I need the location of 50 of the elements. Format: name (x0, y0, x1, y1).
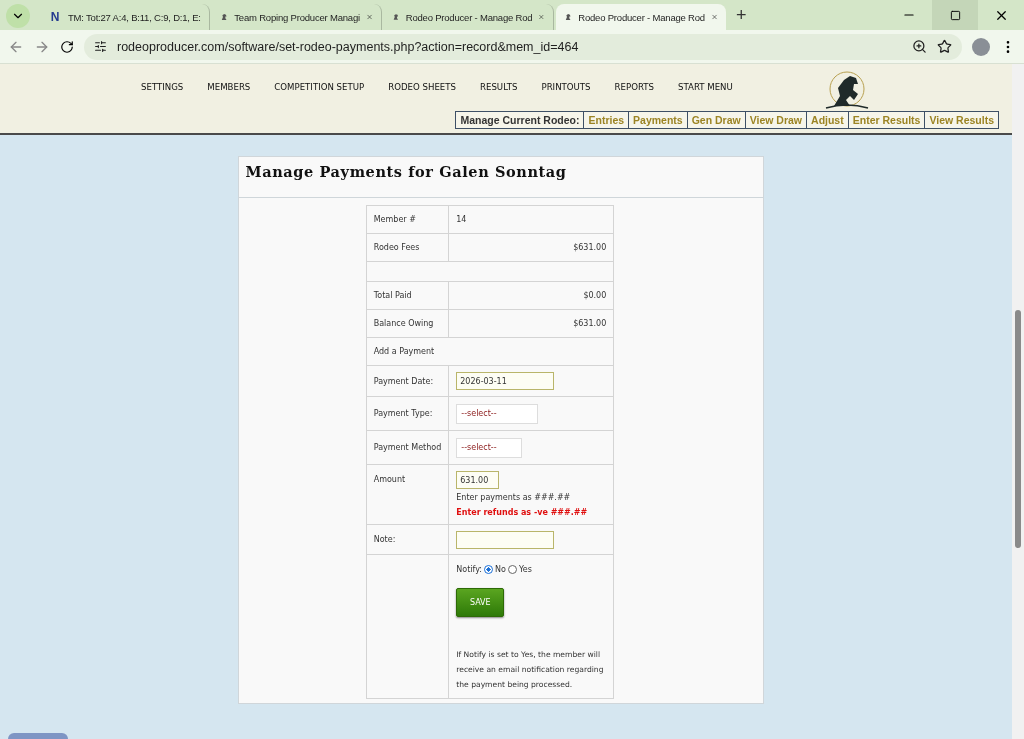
profile-avatar[interactable] (972, 37, 990, 56)
maximize-button[interactable] (932, 0, 978, 30)
browser-tab[interactable]: Rodeo Producer - Manage Rod (556, 4, 726, 30)
favicon-text: N (49, 10, 61, 24)
note-field[interactable] (456, 530, 555, 549)
nav-link[interactable]: REPORTS (614, 82, 654, 93)
field-label: Rodeo Fees (373, 243, 420, 252)
nav-link[interactable]: MEMBERS (207, 82, 251, 93)
nav-link[interactable]: SETTINGS (141, 82, 184, 93)
nav-link[interactable]: RODEO SHEETS (388, 82, 456, 93)
warning-text: Enter refunds as -ve ###.## (456, 508, 589, 517)
field-value: $631.00 (573, 243, 607, 252)
radio-button[interactable] (507, 565, 517, 574)
page-title: Manage Payments for Galen Sonntag (245, 163, 568, 180)
scrollbar[interactable] (1012, 64, 1024, 739)
amount-field[interactable]: 631.00 (456, 471, 500, 489)
field-label: Balance Owing (373, 319, 434, 328)
date-field[interactable]: 2026-03-11 (456, 372, 555, 390)
radio-button[interactable] (484, 565, 494, 574)
radio-label: No (495, 565, 506, 574)
field-label: Total Paid (373, 291, 412, 300)
field-label: Amount (373, 475, 406, 484)
radio-label: Yes (518, 565, 532, 574)
field-value: $0.00 (583, 291, 607, 300)
nav-link[interactable]: RESULTS (480, 82, 518, 93)
site-settings-icon[interactable] (94, 40, 107, 53)
nav-link[interactable]: COMPETITION SETUP (274, 82, 365, 93)
zoom-icon[interactable] (912, 39, 927, 54)
section-label: Add a Payment (373, 347, 435, 356)
star-icon[interactable] (937, 39, 952, 54)
address-bar[interactable]: rodeoproducer.com/software/set-rodeo-payments.php?action=record&mem_id=464 (84, 33, 962, 60)
select-dropdown[interactable]: --select-- (456, 403, 539, 424)
notify-label: Notify: (456, 565, 483, 574)
field-label: Member # (373, 215, 416, 224)
field-label: Note: (373, 535, 396, 544)
select-dropdown[interactable]: --select-- (456, 437, 523, 458)
tab-search-button[interactable] (6, 4, 30, 28)
field-value: 14 (456, 215, 467, 224)
field-label: Payment Type: (373, 409, 433, 418)
hint-text: Enter payments as ###.## (456, 493, 572, 502)
maximize-icon (949, 9, 961, 21)
nav-link[interactable]: START MENU (678, 82, 733, 93)
field-label: Payment Date: (373, 376, 434, 386)
field-label: Payment Method (373, 443, 442, 452)
manage-label: Manage Current Rodeo: (456, 112, 585, 128)
nav-link[interactable]: PRINTOUTS (541, 82, 591, 93)
field-value: $631.00 (573, 319, 607, 328)
new-tab-button[interactable]: + (728, 5, 755, 30)
reload-icon[interactable] (60, 39, 74, 54)
save-button[interactable]: SAVE (456, 588, 505, 617)
